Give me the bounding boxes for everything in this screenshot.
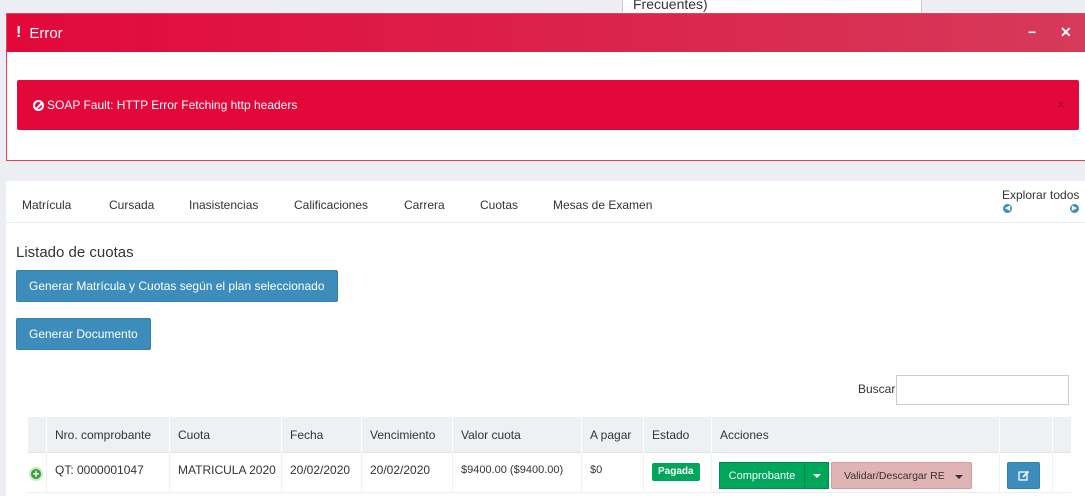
section-title: Listado de cuotas — [16, 244, 134, 261]
tab-inasistencias[interactable]: Inasistencias — [189, 198, 258, 212]
arrow-right-icon[interactable]: ▶ — [1070, 204, 1079, 213]
cell-extra — [1052, 453, 1071, 493]
table-row: + QT: 0000001047 MATRICULA 2020 20/02/20… — [27, 453, 1071, 493]
tab-cursada[interactable]: Cursada — [109, 198, 154, 212]
error-panel-header: ! Error − ✕ — [7, 14, 1085, 52]
header-cuota[interactable]: Cuota — [169, 417, 281, 453]
header-valor[interactable]: Valor cuota — [452, 417, 581, 453]
main-panel: Matrícula Cursada Inasistencias Califica… — [6, 181, 1085, 496]
edit-icon — [1017, 470, 1029, 481]
generate-document-button[interactable]: Generar Documento — [16, 318, 151, 350]
close-icon[interactable]: ✕ — [1060, 24, 1072, 41]
error-alert-text: SOAP Fault: HTTP Error Fetching http hea… — [47, 98, 298, 112]
header-fecha[interactable]: Fecha — [281, 417, 361, 453]
header-vencimiento[interactable]: Vencimiento — [361, 417, 452, 453]
header-a-pagar[interactable]: A pagar — [581, 417, 643, 453]
status-badge: Pagada — [652, 463, 700, 481]
cell-cuota: MATRICULA 2020 — [169, 453, 281, 493]
edit-button[interactable] — [1007, 462, 1040, 489]
installments-table: Nro. comprobante Cuota Fecha Vencimiento… — [27, 417, 1071, 493]
tab-mesas-de-examen[interactable]: Mesas de Examen — [553, 198, 652, 212]
caret-down-icon — [812, 473, 821, 478]
tab-bar: Matrícula Cursada Inasistencias Califica… — [6, 181, 1085, 223]
tab-cuotas[interactable]: Cuotas — [480, 198, 518, 212]
table-header: Nro. comprobante Cuota Fecha Vencimiento… — [27, 417, 1071, 453]
validar-descargar-label: Validar/Descargar RE — [844, 469, 945, 482]
minimize-icon[interactable]: − — [1028, 24, 1036, 40]
header-acciones: Acciones — [711, 417, 999, 453]
exclamation-icon: ! — [16, 24, 22, 41]
generate-plan-button[interactable]: Generar Matrícula y Cuotas según el plan… — [16, 270, 338, 302]
cell-fecha: 20/02/2020 — [281, 453, 361, 493]
explore-all-label[interactable]: Explorar todos — [1002, 188, 1079, 202]
caret-down-icon — [955, 475, 963, 479]
header-expand — [27, 417, 46, 453]
expand-row-plus-icon[interactable]: + — [29, 467, 43, 481]
tab-calificaciones[interactable]: Calificaciones — [294, 198, 368, 212]
error-panel: ! Error − ✕ SOAP Fault: HTTP Error Fetch… — [6, 13, 1085, 161]
alert-dismiss-icon[interactable]: × — [1057, 96, 1065, 112]
tab-carrera[interactable]: Carrera — [404, 198, 445, 212]
header-estado[interactable]: Estado — [643, 417, 711, 453]
search-input[interactable] — [896, 375, 1069, 405]
ban-icon — [33, 99, 44, 111]
cell-nro: QT: 0000001047 — [46, 453, 169, 493]
error-alert: SOAP Fault: HTTP Error Fetching http hea… — [17, 80, 1079, 130]
header-nro[interactable]: Nro. comprobante — [46, 417, 169, 453]
cell-estado: Pagada — [643, 453, 711, 493]
error-panel-title: Error — [29, 24, 63, 42]
cell-vencimiento: 20/02/2020 — [361, 453, 452, 493]
tooltip-text: Frecuentes) — [633, 0, 708, 12]
tab-matricula[interactable]: Matrícula — [22, 198, 71, 212]
comprobante-button[interactable]: Comprobante — [719, 462, 805, 489]
arrow-left-icon[interactable]: ◀ — [1003, 204, 1012, 213]
validar-descargar-button[interactable]: Validar/Descargar RE — [831, 462, 972, 489]
comprobante-dropdown-toggle[interactable] — [804, 462, 829, 489]
header-extra — [1052, 417, 1071, 453]
cell-valor: $9400.00 ($9400.00) — [452, 453, 581, 493]
search-label: Buscar: — [858, 382, 899, 396]
header-edit — [999, 417, 1052, 453]
cell-a-pagar: $0 — [581, 453, 643, 493]
